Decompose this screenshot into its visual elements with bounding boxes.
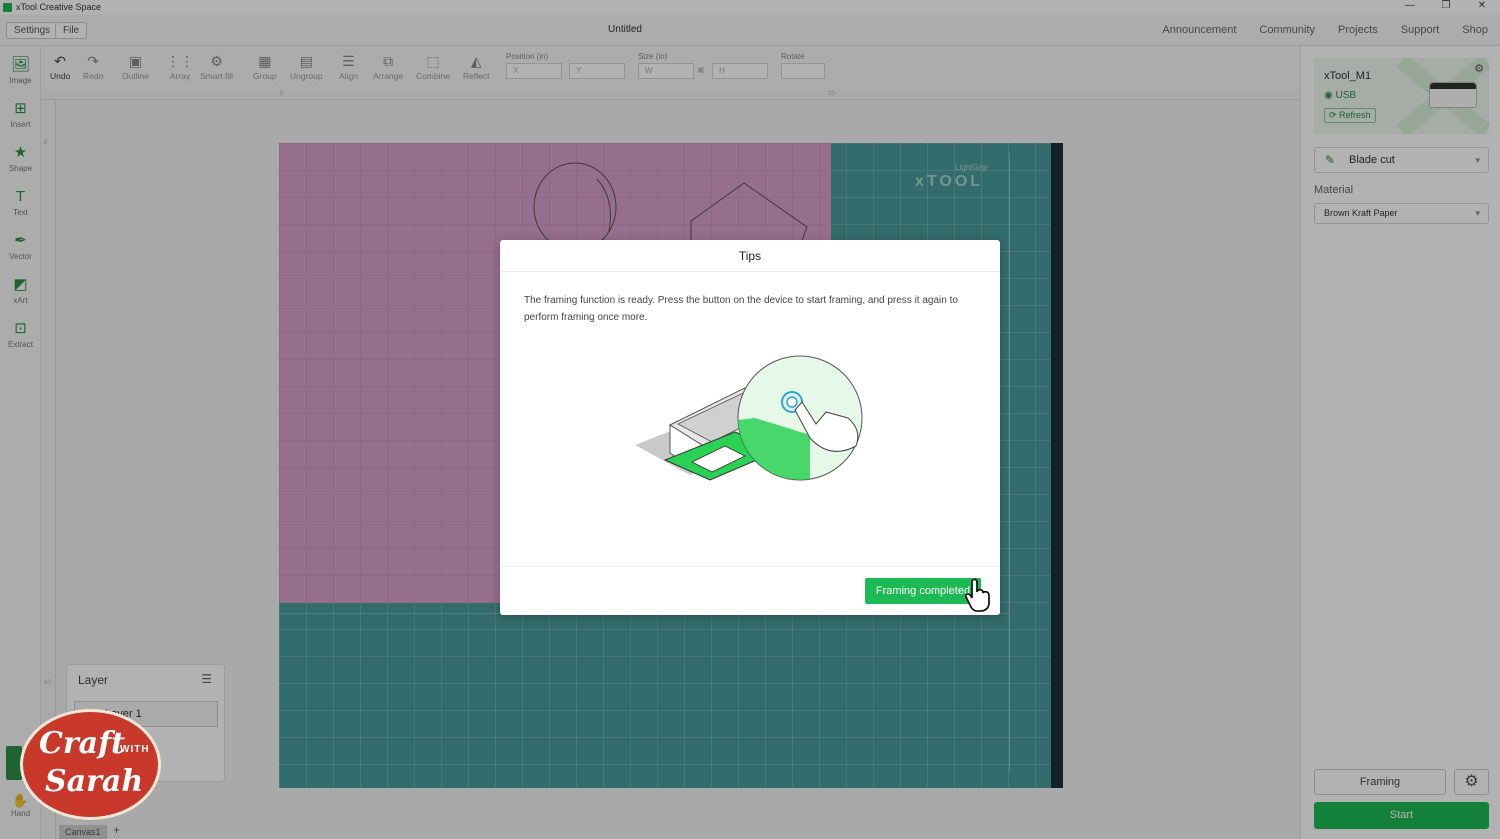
framing-illustration [635,355,863,481]
craft-with-sarah-logo: Craft WITH Sarah [20,709,161,820]
logo-craft: Craft [39,726,125,761]
dialog-message: The framing function is ready. Press the… [524,295,958,323]
hand-cursor-icon [964,578,990,612]
dialog-title: Tips [500,240,1000,272]
tips-dialog: Tips The framing function is ready. Pres… [500,240,1000,615]
dialog-footer: Framing completed [500,566,1000,615]
logo-with: WITH [120,744,150,755]
logo-sarah: Sarah [45,764,144,799]
